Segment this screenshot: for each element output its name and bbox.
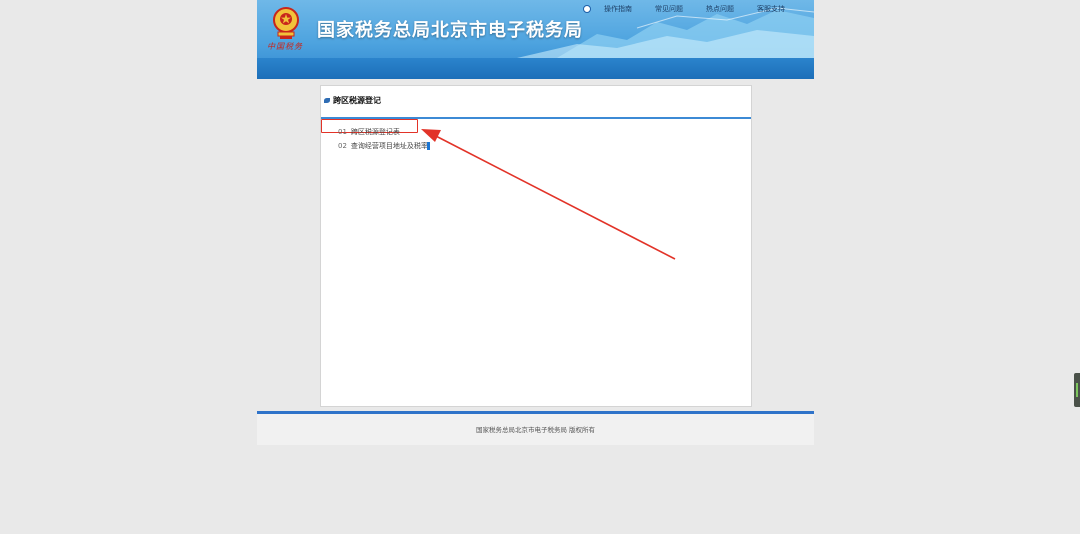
menu-item-cross-region-registration[interactable]: 01 跨区税源登记表	[338, 127, 400, 137]
copyright-text: 国家税务总局北京市电子税务局 版权所有	[475, 426, 596, 434]
nav-operation-guide[interactable]: 操作指南	[604, 3, 632, 15]
nav-hot-issues[interactable]: 热点问题	[706, 3, 734, 15]
tax-emblem-icon	[273, 7, 299, 39]
nav-customer-support[interactable]: 客服支持	[757, 3, 785, 15]
top-nav: 操作指南 常见问题 热点问题 客服支持	[583, 3, 808, 15]
leaf-icon	[324, 98, 330, 103]
item-label: 跨区税源登记表	[350, 128, 400, 136]
item-number: 02	[338, 142, 347, 150]
content-card: 跨区税源登记 01 跨区税源登记表 02 查询经营项目地址及税率	[320, 85, 752, 407]
site-header: 中国税务 国家税务总局北京市电子税务局 操作指南 常见问题 热点问题 客服支持	[257, 0, 814, 79]
site-footer: 国家税务总局北京市电子税务局 版权所有	[257, 414, 814, 445]
text-cursor-marker	[427, 142, 430, 150]
side-panel-handle[interactable]	[1074, 373, 1080, 407]
nav-faq[interactable]: 常见问题	[655, 3, 683, 15]
card-title: 跨区税源登记	[333, 96, 381, 105]
header-band	[257, 58, 814, 79]
menu-item-query-address-tax-rate[interactable]: 02 查询经营项目地址及税率	[338, 141, 428, 151]
item-label: 查询经营项目地址及税率	[350, 142, 428, 150]
handle-grip-icon	[1076, 383, 1078, 397]
site-title: 国家税务总局北京市电子税务局	[317, 20, 583, 41]
brand-script: 中国税务	[267, 42, 303, 51]
card-header: 跨区税源登记	[321, 86, 751, 119]
item-number: 01	[338, 128, 347, 136]
nav-bullet-icon	[583, 5, 591, 13]
